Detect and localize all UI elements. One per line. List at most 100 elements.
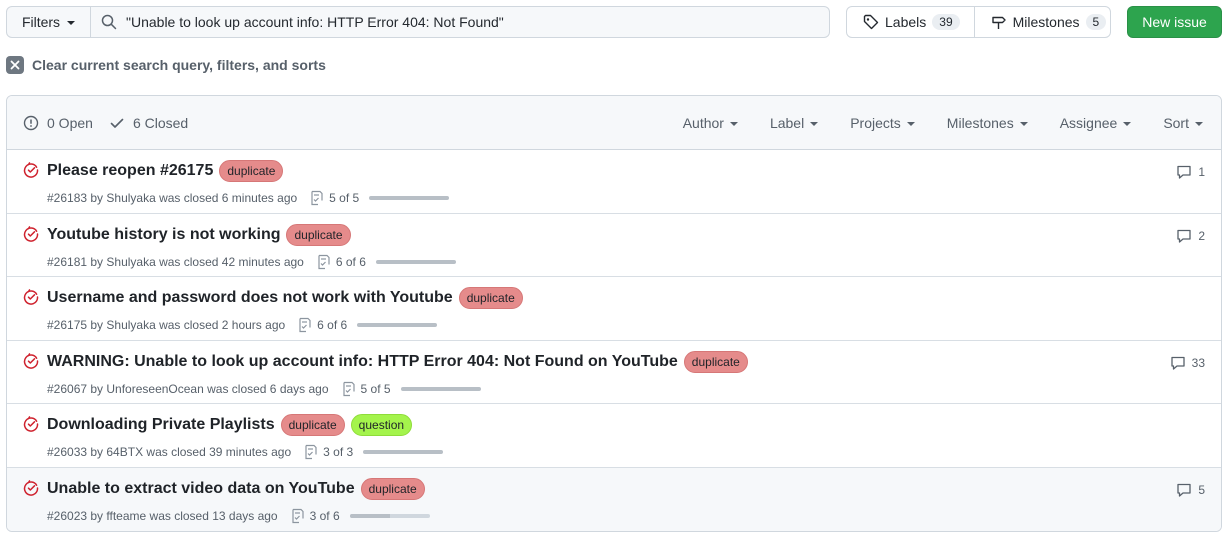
filters-label: Filters	[21, 14, 61, 30]
comment-icon	[1177, 165, 1191, 179]
new-issue-button[interactable]: New issue	[1127, 6, 1222, 38]
issue-title-link[interactable]: Please reopen #26175	[47, 162, 213, 180]
issue-open-icon	[23, 115, 39, 130]
filters-dropdown-button[interactable]: Filters	[6, 6, 91, 38]
filter-label: Projects	[850, 114, 901, 131]
comment-icon	[1170, 356, 1185, 370]
checklist-icon	[299, 317, 311, 333]
label-duplicate[interactable]: duplicate	[360, 477, 425, 500]
issue-title-link[interactable]: Unable to extract video data on YouTube	[47, 480, 355, 498]
comment-count: 5	[1198, 482, 1205, 497]
filter-label: Author	[682, 114, 724, 131]
filter-label: Sort	[1163, 114, 1189, 131]
issue-meta: #26183 by Shulyaka was closed 6 minutes …	[47, 190, 450, 206]
milestones-link[interactable]: Milestones 5	[973, 7, 1121, 37]
labels-milestones-nav: Labels 39 Milestones 5	[846, 6, 1111, 38]
task-progress-fill	[369, 196, 450, 200]
label-duplicate[interactable]: duplicate	[219, 160, 284, 182]
task-progress-fill	[357, 323, 438, 327]
issue-row: Please reopen #26175 duplicate #26183 by…	[7, 150, 1221, 214]
issue-meta-text: #26183 by Shulyaka was closed 6 minutes …	[47, 191, 298, 205]
label-duplicate[interactable]: duplicate	[280, 414, 345, 436]
author-filter[interactable]: Author	[683, 115, 738, 131]
issue-meta-text: #26181 by Shulyaka was closed 42 minutes…	[47, 254, 304, 269]
issue-rows: Please reopen #26175 duplicate #26183 by…	[7, 150, 1221, 531]
task-progress: 3 of 3	[303, 444, 444, 460]
task-count: 5 of 5	[360, 381, 391, 396]
open-issues-tab[interactable]: 0 Open	[23, 115, 93, 131]
label-duplicate[interactable]: duplicate	[683, 350, 748, 373]
clear-filters-label: Clear current search query, filters, and…	[32, 57, 326, 73]
task-progress: 5 of 5	[309, 190, 450, 206]
filter-label: Label	[769, 114, 805, 131]
sort-filter[interactable]: Sort	[1163, 115, 1203, 131]
milestones-filter[interactable]: Milestones	[947, 115, 1028, 131]
comment-count: 33	[1191, 355, 1205, 370]
issue-title-link[interactable]: Youtube history is not working	[47, 226, 280, 244]
task-count: 6 of 6	[317, 318, 348, 332]
issue-meta-text: #26067 by UnforeseenOcean was closed 6 d…	[47, 381, 329, 396]
comments-link[interactable]: 1	[1176, 164, 1205, 180]
issue-row: Unable to extract video data on YouTube …	[7, 467, 1221, 531]
filter-label: Milestones	[946, 114, 1014, 131]
chevron-down-icon	[67, 21, 76, 25]
issue-title-link[interactable]: Username and password does not work with…	[47, 289, 453, 307]
comments-link[interactable]: 33	[1170, 355, 1205, 371]
labels-link[interactable]: Labels 39	[847, 7, 974, 37]
closed-count-label: 6 Closed	[132, 114, 189, 131]
closed-issues-tab[interactable]: 6 Closed	[109, 115, 188, 131]
task-progress-bar	[357, 323, 438, 327]
task-progress-fill	[363, 450, 444, 454]
issue-title-link[interactable]: Downloading Private Playlists	[47, 416, 275, 434]
issue-title-line: WARNING: Unable to look up account info:…	[47, 350, 748, 373]
comments-link[interactable]: 5	[1176, 482, 1205, 498]
milestones-count: 5	[1085, 14, 1107, 30]
issues-list-header: 0 Open 6 Closed Author Label Projects Mi…	[7, 96, 1221, 150]
task-progress-bar	[375, 259, 456, 264]
label-filter[interactable]: Label	[769, 114, 819, 131]
comments-link[interactable]: 2	[1176, 228, 1205, 244]
task-progress: 6 of 6	[297, 317, 438, 333]
issue-meta: #26033 by 64BTX was closed 39 minutes ag…	[47, 444, 444, 460]
check-icon	[110, 118, 124, 128]
issue-row: Youtube history is not working duplicate…	[7, 214, 1221, 277]
chevron-down-icon	[810, 121, 819, 126]
issue-title-link[interactable]: WARNING: Unable to look up account info:…	[47, 353, 678, 371]
issue-closed-icon	[23, 479, 39, 499]
issue-meta: #26067 by UnforeseenOcean was closed 6 d…	[47, 381, 481, 397]
issue-row: WARNING: Unable to look up account info:…	[7, 341, 1221, 404]
task-progress-fill	[349, 513, 390, 518]
issues-toolbar: Filters Labels 39 Milestones 5 New issue	[6, 6, 1222, 38]
issue-title-line: Downloading Private Playlists duplicate q…	[47, 414, 413, 436]
projects-filter[interactable]: Projects	[850, 115, 915, 131]
issue-title-line: Unable to extract video data on YouTube …	[47, 477, 425, 500]
issue-title-line: Youtube history is not working duplicate	[47, 223, 351, 246]
issue-title-line: Username and password does not work with…	[47, 287, 523, 309]
assignee-filter[interactable]: Assignee	[1060, 115, 1132, 131]
checklist-icon	[318, 254, 330, 269]
milestones-label: Milestones	[1012, 14, 1080, 30]
issue-meta: #26023 by ffteame was closed 13 days ago…	[47, 508, 430, 524]
issue-row: Username and password does not work with…	[7, 277, 1221, 341]
chevron-down-icon	[906, 121, 915, 126]
issue-title-line: Please reopen #26175 duplicate	[47, 160, 284, 182]
search-box[interactable]	[91, 6, 830, 38]
task-progress-fill	[375, 259, 456, 264]
task-progress: 3 of 6	[290, 508, 430, 524]
list-filter-menus: Author Label Projects Milestones Assigne…	[683, 96, 1221, 149]
labels-label: Labels	[885, 14, 927, 30]
search-input[interactable]	[126, 14, 816, 30]
task-progress-bar	[400, 386, 481, 391]
comment-count: 2	[1198, 228, 1205, 243]
label-duplicate[interactable]: duplicate	[286, 223, 351, 246]
label-question[interactable]: question	[350, 414, 413, 436]
label-duplicate[interactable]: duplicate	[458, 287, 523, 309]
checklist-icon	[305, 444, 317, 460]
chevron-down-icon	[1123, 121, 1132, 126]
chevron-down-icon	[1195, 121, 1203, 126]
issue-closed-icon	[23, 225, 39, 245]
clear-filters-link[interactable]: Clear current search query, filters, and…	[6, 56, 326, 74]
search-icon	[101, 14, 117, 30]
new-issue-label: New issue	[1142, 14, 1207, 30]
task-progress-bar	[369, 196, 450, 200]
